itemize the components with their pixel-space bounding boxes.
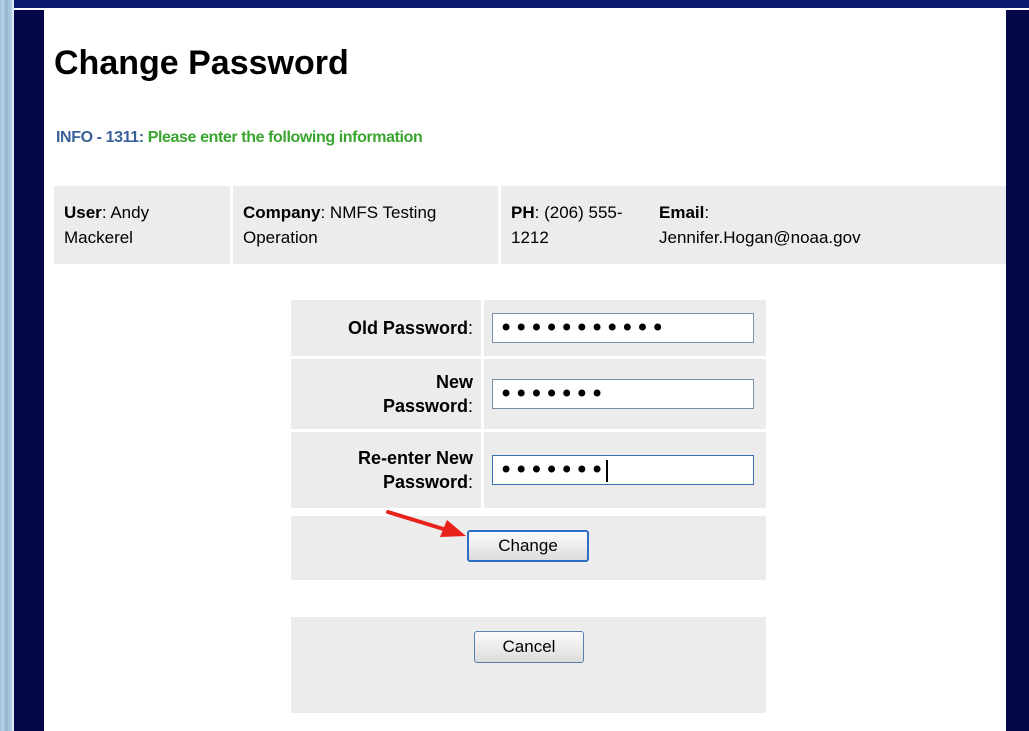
email-label: Email <box>659 203 705 222</box>
change-button-row: Change <box>291 516 766 580</box>
info-message: INFO - 1311: Please enter the following … <box>56 129 423 147</box>
old-password-label-text: Old Password <box>347 317 468 338</box>
password-form: Old Password: ••••••••••• New Password: … <box>291 300 766 511</box>
reenter-password-label: Re-enter New Password: <box>291 432 481 508</box>
email-cell: Email: Jennifer.Hogan@noaa.gov <box>659 203 861 247</box>
reenter-password-field[interactable]: ••••••• <box>492 455 754 485</box>
text-caret <box>606 460 609 482</box>
info-text: Please enter the following information <box>147 129 423 146</box>
page-right-border <box>1006 10 1029 731</box>
new-password-label: New Password: <box>291 359 481 429</box>
new-password-field[interactable]: ••••••• <box>492 379 754 409</box>
info-code: INFO - 1311: <box>56 129 144 146</box>
reenter-password-label-line2: Password <box>382 472 468 492</box>
reenter-password-value: ••••••• <box>499 456 606 484</box>
old-password-label: Old Password: <box>291 300 481 356</box>
user-info-bar: User: Andy Mackerel Company: NMFS Testin… <box>54 186 1006 264</box>
page-title: Change Password <box>54 44 349 82</box>
new-password-label-line2: Password <box>382 396 468 416</box>
user-cell: User: Andy Mackerel <box>64 203 150 247</box>
change-button[interactable]: Change <box>467 530 589 562</box>
page-left-border <box>14 10 44 731</box>
old-password-field[interactable]: ••••••••••• <box>492 313 754 343</box>
old-password-row: Old Password: ••••••••••• <box>291 300 766 356</box>
cancel-button[interactable]: Cancel <box>474 631 584 663</box>
old-password-label-colon: : <box>467 317 473 338</box>
main-content: Change Password INFO - 1311: Please ente… <box>44 10 1006 731</box>
new-password-label-line1: New <box>435 372 473 392</box>
phone-cell: PH: (206) 555-1212 <box>511 203 623 247</box>
reenter-password-label-colon: : <box>467 472 473 492</box>
old-password-value: ••••••••••• <box>499 314 666 342</box>
window-top-border <box>0 0 1029 10</box>
new-password-label-colon: : <box>467 396 473 416</box>
reenter-password-row: Re-enter New Password: ••••••• <box>291 432 766 508</box>
reenter-password-label-line1: Re-enter New <box>357 448 473 468</box>
window-left-border <box>0 0 14 731</box>
new-password-value: ••••••• <box>499 380 606 408</box>
company-cell: Company: NMFS Testing Operation <box>243 203 437 247</box>
phone-label: PH <box>511 203 535 222</box>
email-value: Jennifer.Hogan@noaa.gov <box>659 228 861 247</box>
company-label: Company <box>243 203 321 222</box>
cancel-button-row: Cancel <box>291 617 766 713</box>
user-label: User <box>64 203 102 222</box>
new-password-row: New Password: ••••••• <box>291 359 766 429</box>
